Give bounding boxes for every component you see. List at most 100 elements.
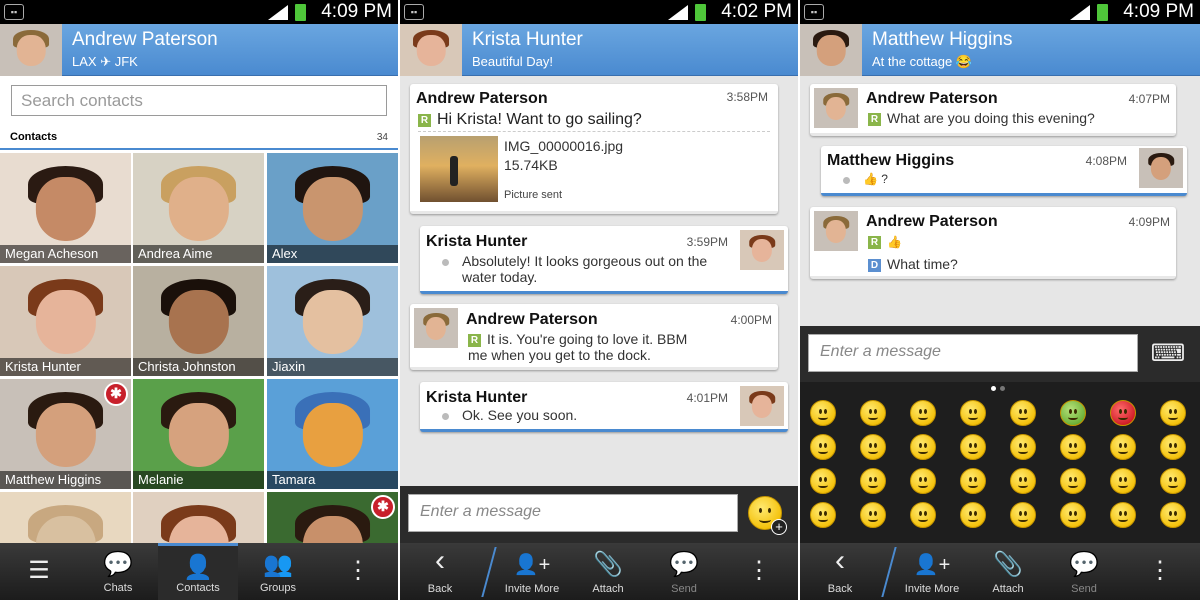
emoticon-key[interactable] [960,468,986,494]
emoticon-key[interactable] [910,468,936,494]
emoticon-key[interactable] [1060,502,1086,528]
more-vertical-icon: ⋮ [1148,557,1172,584]
contact-tile[interactable]: Tamara [267,379,398,489]
invite-more-button[interactable]: 👤+ Invite More [492,543,572,600]
contact-tile[interactable] [0,492,131,543]
page-indicator [1000,386,1005,391]
emoticon-key[interactable] [1160,434,1186,460]
contact-tile[interactable]: ✱ [267,492,398,543]
more-vertical-icon: ⋮ [346,557,370,584]
back-button[interactable]: ‹ Back [800,543,880,600]
attach-button[interactable]: 📎 Attach [968,543,1048,600]
send-button[interactable]: 💬 Send [644,543,724,600]
contacts-label: Contacts [10,131,58,143]
invite-more-button[interactable]: 👤+ Invite More [892,543,972,600]
emoticon-key[interactable] [1110,468,1136,494]
menu-button[interactable]: ☰ [0,543,78,600]
emoticon-key[interactable] [1160,400,1186,426]
contact-tile[interactable]: Alex [267,153,398,263]
emoticon-key[interactable] [910,400,936,426]
tab-groups[interactable]: 👥 Groups [238,543,318,600]
message-input[interactable]: Enter a message [408,494,738,532]
sender-avatar [814,211,858,251]
message-text: 👍 ? [863,172,888,186]
emoticon-key[interactable] [910,502,936,528]
back-arrow-icon: ‹ [835,544,845,577]
emoticon-key[interactable] [810,502,836,528]
tab-contacts[interactable]: 👤 Contacts [158,543,238,600]
message-bubble[interactable]: Krista Hunter 3:59PM Absolutely! It look… [420,226,788,294]
attach-button[interactable]: 📎 Attach [568,543,648,600]
message-text: R What are you doing this evening? [868,110,1095,126]
emoticon-key[interactable] [1110,434,1136,460]
emoticon-key[interactable] [860,502,886,528]
status-time: 4:02 PM [721,1,792,22]
keyboard-toggle-icon[interactable]: ⌨ [1148,340,1188,368]
page-indicator-active [991,386,996,391]
add-person-icon: 👤+ [513,554,551,576]
contact-tile[interactable]: Melanie [133,379,264,489]
message-sender: Andrew Paterson [866,213,998,230]
search-input[interactable]: Search contacts [11,85,387,116]
emoticon-key[interactable] [810,468,836,494]
message-bubble[interactable]: Andrew Paterson 4:00PM R It is. You're go… [410,304,778,370]
contact-tile[interactable]: Andrea Aime [133,153,264,263]
read-receipt-icon: R [868,236,881,249]
message-time: 4:09PM [1128,215,1170,229]
emoticon-key[interactable] [860,468,886,494]
emoticon-key[interactable] [960,502,986,528]
send-button[interactable]: 💬 Send [1044,543,1124,600]
sent-image-thumbnail[interactable] [420,136,498,202]
contact-tile[interactable]: Krista Hunter [0,266,131,376]
tab-chats[interactable]: 💬 Chats [78,543,158,600]
emoticon-key[interactable] [1010,434,1036,460]
overflow-menu-button[interactable]: ⋮ [318,543,398,600]
message-input[interactable]: Enter a message [808,334,1138,372]
contact-tile[interactable] [133,492,264,543]
contact-avatar[interactable] [800,24,862,76]
contact-name: Alex [267,245,398,263]
emoticon-key[interactable] [1160,468,1186,494]
emoticon-key[interactable] [1060,468,1086,494]
emoticon-key[interactable] [1010,468,1036,494]
contacts-screen: ▪▪ 4:09 PM Andrew Paterson LAX ✈ JFK Sea… [0,0,398,600]
message-bubble[interactable]: Matthew Higgins 4:08PM 👍 ? [821,146,1187,196]
profile-header[interactable]: Andrew Paterson LAX ✈ JFK [0,24,398,76]
overflow-menu-button[interactable]: ⋮ [1120,543,1200,600]
message-time: 3:58PM [726,90,768,104]
message-bubble[interactable]: Andrew Paterson 4:09PM R 👍 D What time? [810,207,1176,279]
emoticon-key[interactable] [1110,400,1136,426]
message-bubble[interactable]: Andrew Paterson 4:07PM R What are you doi… [810,84,1176,136]
emoticon-key[interactable] [1010,400,1036,426]
emoticon-key[interactable] [960,400,986,426]
emoticon-picker-icon[interactable]: + [748,496,787,535]
message-sender: Krista Hunter [426,389,528,406]
message-bubble[interactable]: Krista Hunter 4:01PM Ok. See you soon. [420,382,788,432]
emoticon-key[interactable] [810,434,836,460]
contact-tile[interactable]: Jiaxin [267,266,398,376]
message-time: 4:00PM [730,313,772,327]
send-icon: 💬 [1069,551,1099,578]
back-button[interactable]: ‹ Back [400,543,480,600]
status-bar: ▪▪ 4:02 PM [400,0,798,24]
emoticon-key[interactable] [1010,502,1036,528]
emoticon-key[interactable] [910,434,936,460]
contact-tile[interactable]: Christa Johnston [133,266,264,376]
emoticon-key[interactable] [1060,400,1086,426]
overflow-menu-button[interactable]: ⋮ [720,543,798,600]
emoticon-key[interactable] [810,400,836,426]
emoticon-key[interactable] [1110,502,1136,528]
emoticon-key[interactable] [860,400,886,426]
chat-header[interactable]: Matthew Higgins At the cottage 😂 [800,24,1200,76]
contact-avatar[interactable] [400,24,462,76]
emoticon-key[interactable] [860,434,886,460]
contact-tile[interactable]: ✱ Matthew Higgins [0,379,131,489]
delivered-dot [442,259,449,266]
message-bubble[interactable]: Andrew Paterson 3:58PM R Hi Krista! Want … [410,84,778,214]
contact-tile[interactable]: Megan Acheson [0,153,131,263]
emoticon-key[interactable] [1160,502,1186,528]
emoticon-key[interactable] [960,434,986,460]
chat-header[interactable]: Krista Hunter Beautiful Day! [400,24,798,76]
profile-avatar[interactable] [0,24,62,76]
emoticon-key[interactable] [1060,434,1086,460]
